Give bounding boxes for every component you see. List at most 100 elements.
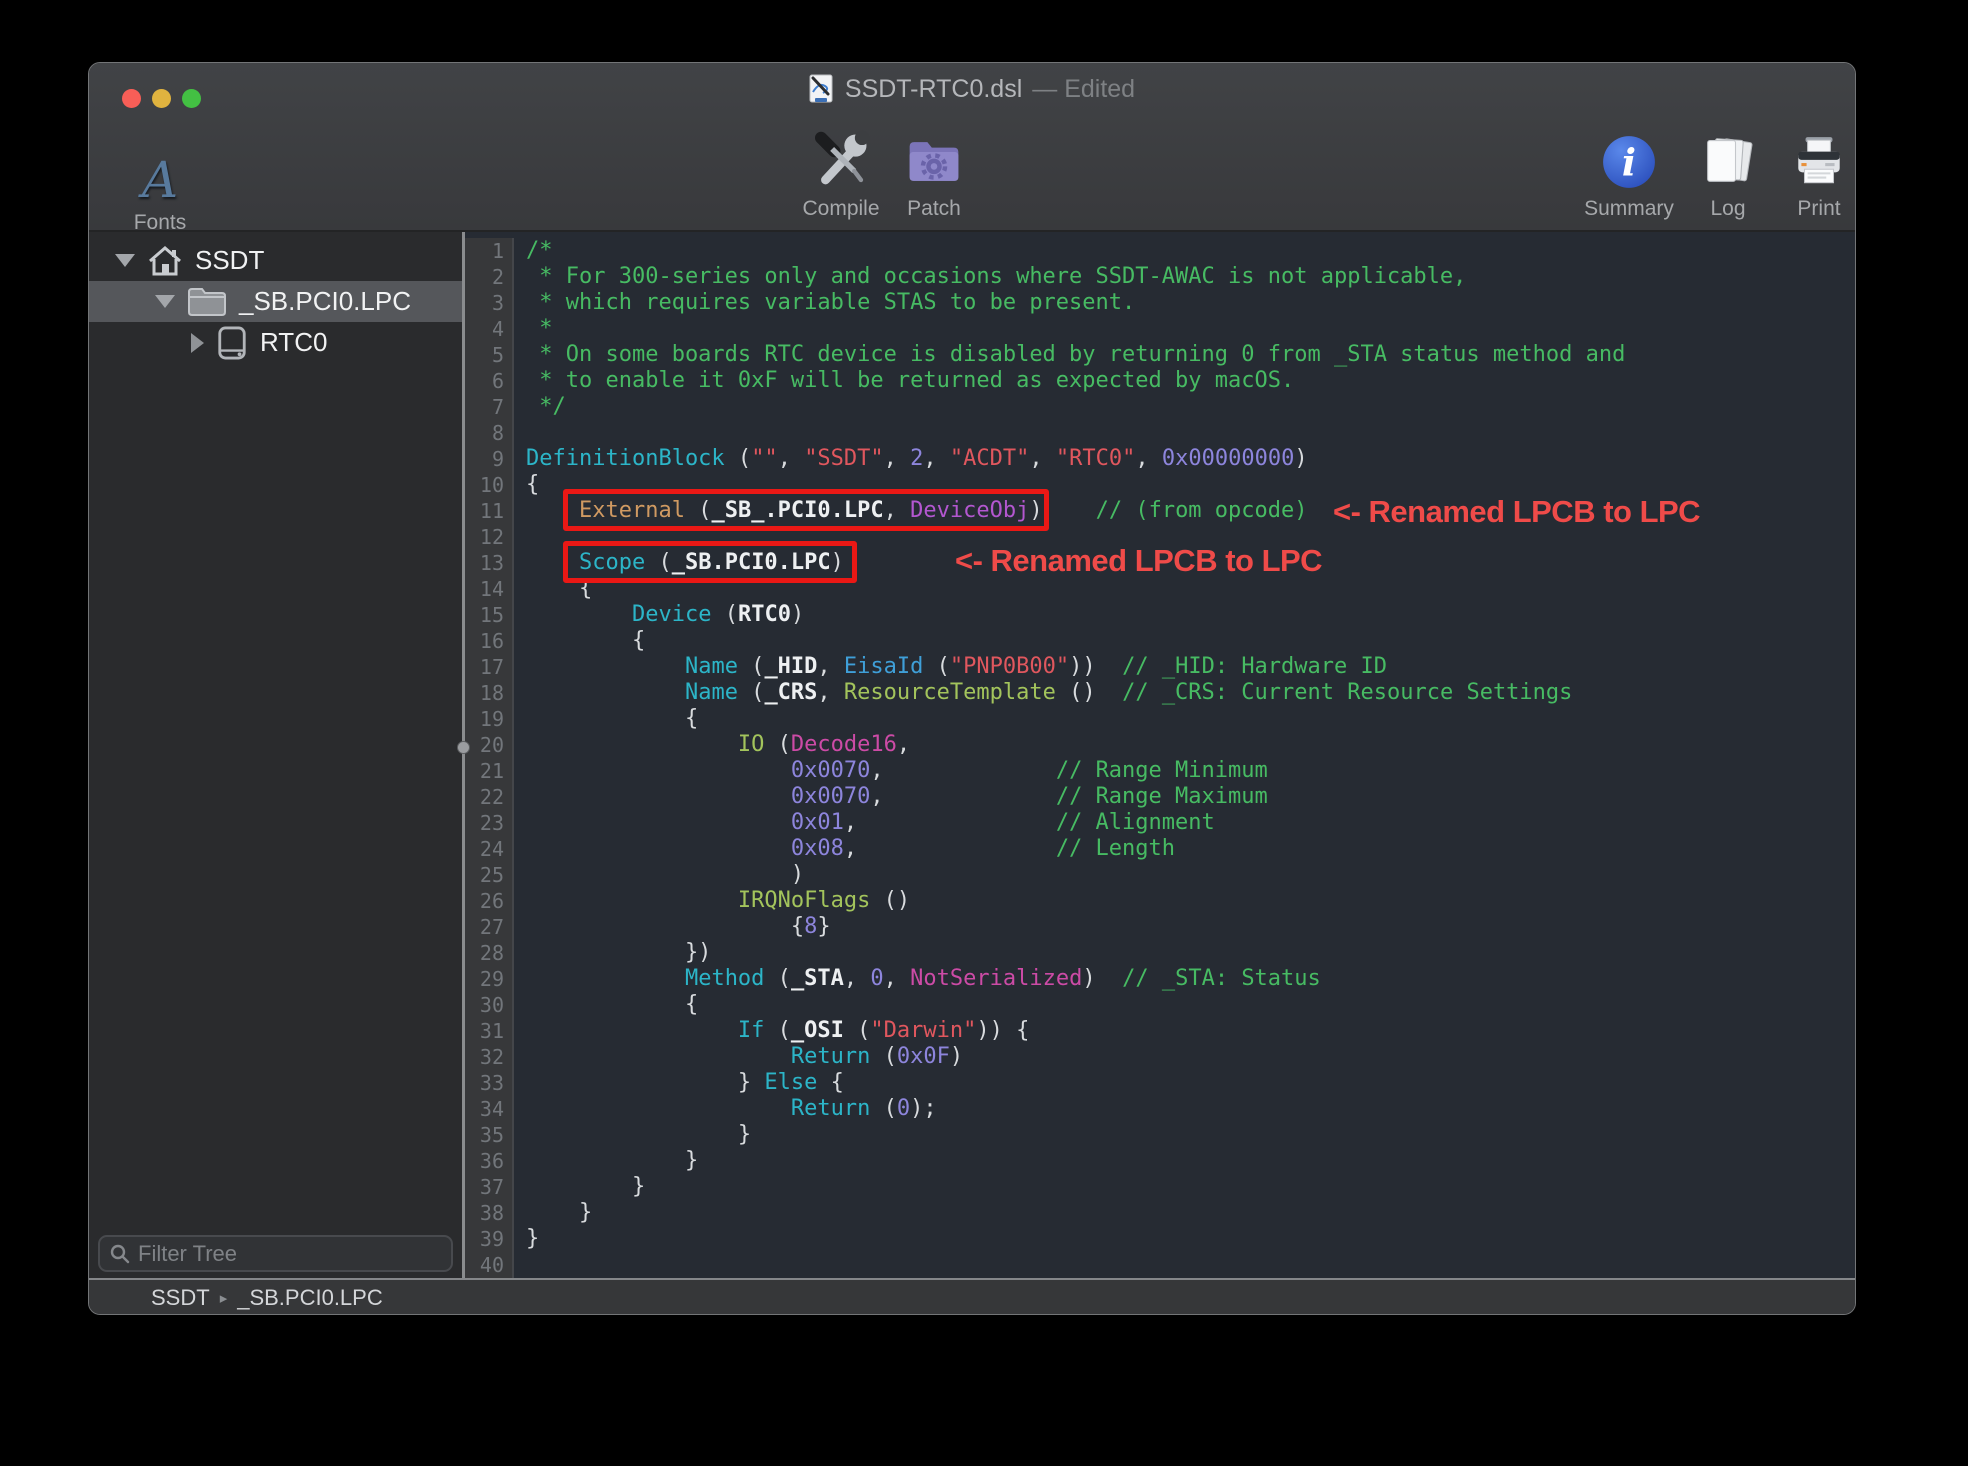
- annotation-renamed-lpcb-1: <- Renamed LPCB to LPC: [1333, 494, 1700, 530]
- line-number: 14: [465, 576, 514, 602]
- line-number: 29: [465, 966, 514, 992]
- code-line: 17 Name (_HID, EisaId ("PNP0B00")) // _H…: [465, 654, 1856, 680]
- line-number: 36: [465, 1148, 514, 1174]
- code-line: 25 ): [465, 862, 1856, 888]
- highlight-box-external: [563, 489, 1049, 531]
- line-number: 17: [465, 654, 514, 680]
- line-number: 5: [465, 342, 514, 368]
- svg-text:i: i: [1622, 140, 1636, 184]
- line-number: 38: [465, 1200, 514, 1226]
- line-number: 33: [465, 1070, 514, 1096]
- filter-tree-placeholder: Filter Tree: [138, 1241, 237, 1267]
- line-number: 4: [465, 316, 514, 342]
- line-number: 15: [465, 602, 514, 628]
- line-number: 9: [465, 446, 514, 472]
- code-line: 16 {: [465, 628, 1856, 654]
- disclosure-triangle-icon[interactable]: [155, 295, 175, 308]
- highlight-box-scope: [563, 541, 857, 583]
- patch-button[interactable]: Patch: [869, 115, 999, 221]
- sidebar-tree-pane: SSDT _SB.PCI0.LPC: [89, 232, 462, 1278]
- line-number: 12: [465, 524, 514, 550]
- line-number: 13: [465, 550, 514, 576]
- summary-info-icon: i: [1600, 133, 1658, 191]
- code-line: 3 * which requires variable STAS to be p…: [465, 290, 1856, 316]
- code-line: 40: [465, 1252, 1856, 1278]
- code-line: 33 } Else {: [465, 1070, 1856, 1096]
- line-number: 37: [465, 1174, 514, 1200]
- line-number: 32: [465, 1044, 514, 1070]
- line-number: 21: [465, 758, 514, 784]
- window-title: SSDT-RTC0.dsl — Edited: [89, 63, 1855, 115]
- device-icon: [216, 324, 248, 362]
- code-line: 31 If (_OSI ("Darwin")) {: [465, 1018, 1856, 1044]
- line-number: 39: [465, 1226, 514, 1252]
- breadcrumb-separator-icon: ▸: [220, 1289, 228, 1307]
- code-line: 6 * to enable it 0xF will be returned as…: [465, 368, 1856, 394]
- code-line: 28 }): [465, 940, 1856, 966]
- code-line: 18 Name (_CRS, ResourceTemplate () // _C…: [465, 680, 1856, 706]
- tree-row-rtc0[interactable]: RTC0: [89, 322, 462, 363]
- line-number: 20: [465, 732, 514, 758]
- line-number: 2: [465, 264, 514, 290]
- pane-resize-handle[interactable]: [457, 741, 470, 754]
- compile-tools-icon: [810, 129, 872, 191]
- patch-folder-icon: [903, 133, 965, 191]
- code-line: 7 */: [465, 394, 1856, 420]
- home-icon: [147, 244, 183, 278]
- titlebar: SSDT-RTC0.dsl — Edited: [89, 63, 1855, 115]
- line-number: 8: [465, 420, 514, 446]
- code-line: 34 Return (0);: [465, 1096, 1856, 1122]
- code-line: 36 }: [465, 1148, 1856, 1174]
- tree-label-rtc0: RTC0: [260, 327, 327, 358]
- disclosure-triangle-icon[interactable]: [115, 254, 135, 267]
- code-line: 15 Device (RTC0): [465, 602, 1856, 628]
- line-number: 40: [465, 1252, 514, 1278]
- line-number: 24: [465, 836, 514, 862]
- tree-row-ssdt[interactable]: SSDT: [89, 240, 462, 281]
- line-number: 25: [465, 862, 514, 888]
- code-line: 29 Method (_STA, 0, NotSerialized) // _S…: [465, 966, 1856, 992]
- toolbar: SSDT-RTC0.dsl — Edited A Fonts Compile: [89, 63, 1855, 232]
- breadcrumb-ssdt[interactable]: SSDT: [151, 1285, 210, 1311]
- filter-tree-input[interactable]: Filter Tree: [98, 1235, 453, 1272]
- document-icon: [809, 74, 835, 104]
- code-line: 2 * For 300-series only and occasions wh…: [465, 264, 1856, 290]
- line-number: 30: [465, 992, 514, 1018]
- print-printer-icon: [1790, 133, 1848, 191]
- line-number: 35: [465, 1122, 514, 1148]
- fonts-icon: A: [142, 155, 178, 205]
- code-line: 27 {8}: [465, 914, 1856, 940]
- line-number: 10: [465, 472, 514, 498]
- patch-label: Patch: [869, 197, 999, 221]
- code-lines: 1/*2 * For 300-series only and occasions…: [465, 232, 1856, 1278]
- breadcrumb: SSDT ▸ _SB.PCI0.LPC: [89, 1278, 1855, 1315]
- line-number: 27: [465, 914, 514, 940]
- disclosure-triangle-collapsed-icon[interactable]: [191, 333, 204, 353]
- code-line: 9DefinitionBlock ("", "SSDT", 2, "ACDT",…: [465, 446, 1856, 472]
- line-number: 3: [465, 290, 514, 316]
- log-pages-icon: [1698, 133, 1758, 191]
- line-number: 16: [465, 628, 514, 654]
- code-line: 26 IRQNoFlags (): [465, 888, 1856, 914]
- print-label: Print: [1754, 197, 1856, 221]
- fonts-button[interactable]: A Fonts: [95, 129, 225, 235]
- code-line: 21 0x0070, // Range Minimum: [465, 758, 1856, 784]
- line-number: 7: [465, 394, 514, 420]
- folder-icon: [187, 286, 227, 318]
- line-number: 22: [465, 784, 514, 810]
- tree-row-sb-pci0-lpc[interactable]: _SB.PCI0.LPC: [89, 281, 462, 322]
- print-button[interactable]: Print: [1754, 115, 1856, 221]
- code-line: 23 0x01, // Alignment: [465, 810, 1856, 836]
- tree-label-ssdt: SSDT: [195, 245, 264, 276]
- line-number: 31: [465, 1018, 514, 1044]
- line-number: 18: [465, 680, 514, 706]
- code-line: 22 0x0070, // Range Maximum: [465, 784, 1856, 810]
- line-number: 19: [465, 706, 514, 732]
- code-editor[interactable]: 1/*2 * For 300-series only and occasions…: [465, 232, 1856, 1278]
- code-line: 20 IO (Decode16,: [465, 732, 1856, 758]
- line-number: 28: [465, 940, 514, 966]
- code-line: 32 Return (0x0F): [465, 1044, 1856, 1070]
- line-number: 11: [465, 498, 514, 524]
- breadcrumb-sb-pci0-lpc[interactable]: _SB.PCI0.LPC: [237, 1285, 383, 1311]
- code-line: 5 * On some boards RTC device is disable…: [465, 342, 1856, 368]
